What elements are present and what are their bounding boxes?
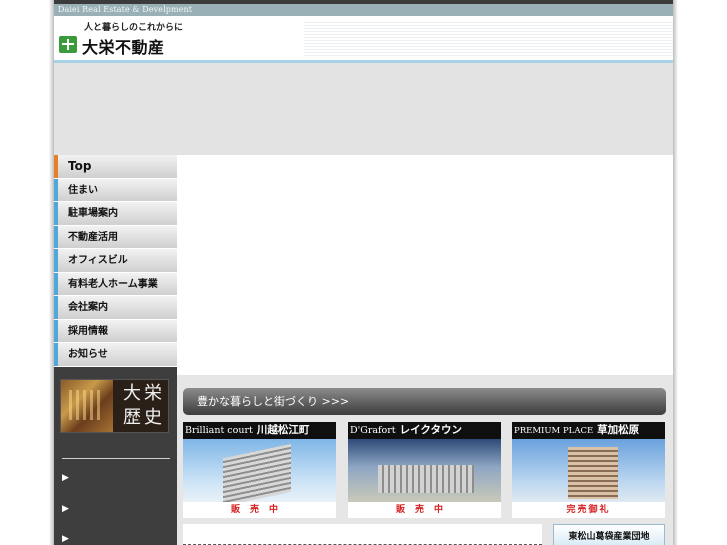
company-name: 大栄不動産 bbox=[82, 38, 165, 57]
nav-item-parking[interactable]: 駐車場案内 bbox=[54, 202, 177, 226]
catchcopy-text: 豊かな暮らしと街づくり >>> bbox=[197, 395, 350, 408]
history-banner[interactable]: 大栄歴史 bbox=[60, 379, 169, 433]
tagline: 人と暮らしのこれからに bbox=[84, 23, 184, 33]
nav-label: 採用情報 bbox=[68, 325, 108, 337]
property-name-jp: 草加松原 bbox=[597, 424, 640, 436]
property-name-jp: 川越松江町 bbox=[256, 424, 310, 436]
building-illustration bbox=[223, 443, 291, 507]
nav-label: 不動産活用 bbox=[68, 231, 118, 243]
nav-accent bbox=[54, 155, 58, 178]
property-image bbox=[348, 439, 501, 502]
property-name-en: PREMIUM PLACE bbox=[514, 426, 594, 436]
nav-accent bbox=[54, 225, 58, 248]
company-logo-icon bbox=[59, 36, 77, 53]
industrial-park-label: 東松山葛袋産業団地 bbox=[568, 532, 650, 542]
nav-label: Top bbox=[68, 159, 92, 173]
property-name-en: D'Grafort bbox=[350, 425, 396, 436]
building-illustration bbox=[568, 447, 618, 499]
nav-item-nursing-home[interactable]: 有料老人ホーム事業 bbox=[54, 272, 177, 296]
history-text: 大栄歴史 bbox=[123, 383, 165, 428]
site-header: 人と暮らしのこれからに 大栄不動産 bbox=[54, 16, 673, 60]
property-image bbox=[183, 439, 336, 507]
building-illustration bbox=[378, 465, 474, 493]
property-image bbox=[512, 439, 665, 502]
right-shadow bbox=[673, 0, 678, 545]
catchcopy-bar[interactable]: 豊かな暮らしと街づくり >>> bbox=[183, 388, 666, 415]
nav-label: 住まい bbox=[68, 184, 98, 196]
company-english-name: Daiei Real Estate & Develpment bbox=[58, 5, 193, 14]
sidebar-divider bbox=[62, 458, 170, 459]
hero-banner bbox=[54, 63, 673, 155]
nav-label: お知らせ bbox=[68, 349, 108, 360]
sidebar-link-arrow-icon[interactable]: ▶ bbox=[62, 504, 69, 514]
nav-item-real-estate-use[interactable]: 不動産活用 bbox=[54, 225, 177, 249]
nav-item-recruit[interactable]: 採用情報 bbox=[54, 319, 177, 343]
company-english-bar: Daiei Real Estate & Develpment bbox=[54, 4, 673, 16]
nav-accent bbox=[54, 319, 58, 342]
nav-item-office-building[interactable]: オフィスビル bbox=[54, 249, 177, 273]
header-stripes bbox=[304, 22, 673, 58]
property-name-en: Brilliant court bbox=[185, 425, 253, 436]
nav-accent bbox=[54, 296, 58, 319]
news-box bbox=[183, 524, 542, 545]
property-section: 豊かな暮らしと街づくり >>> Brilliant court 川越松江町 販売中… bbox=[177, 375, 673, 545]
nav-label: 駐車場案内 bbox=[68, 208, 118, 219]
sidebar-link-arrow-icon[interactable]: ▶ bbox=[62, 534, 69, 544]
property-status: 販売中 bbox=[348, 502, 501, 518]
nav-item-company[interactable]: 会社案内 bbox=[54, 296, 177, 320]
industrial-park-button[interactable]: 東松山葛袋産業団地 bbox=[553, 524, 665, 545]
property-status: 販売中 bbox=[183, 502, 336, 518]
property-name-jp: レイクタウン bbox=[399, 424, 462, 436]
nav-accent bbox=[54, 272, 58, 295]
property-card-soka[interactable]: PREMIUM PLACE 草加松原 完売御礼 bbox=[512, 422, 665, 518]
nav-label: 有料老人ホーム事業 bbox=[68, 278, 158, 290]
property-title: Brilliant court 川越松江町 bbox=[185, 423, 309, 438]
property-status: 完売御礼 bbox=[512, 502, 665, 518]
nav-item-housing[interactable]: 住まい bbox=[54, 178, 177, 202]
nav-item-top[interactable]: Top bbox=[54, 155, 177, 179]
nav-accent bbox=[54, 343, 58, 366]
nav-accent bbox=[54, 178, 58, 201]
history-photo bbox=[61, 380, 113, 432]
site-logo[interactable]: 人と暮らしのこれからに 大栄不動産 bbox=[54, 16, 254, 60]
sidebar: Top 住まい 駐車場案内 不動産活用 オフィスビル 有料老人ホーム事業 会社案… bbox=[54, 155, 177, 545]
main-nav: Top 住まい 駐車場案内 不動産活用 オフィスビル 有料老人ホーム事業 会社案… bbox=[54, 155, 177, 367]
sidebar-link-arrow-icon[interactable]: ▶ bbox=[62, 473, 69, 483]
nav-accent bbox=[54, 249, 58, 272]
nav-label: オフィスビル bbox=[68, 255, 128, 266]
property-card-kawagoe[interactable]: Brilliant court 川越松江町 販売中 bbox=[183, 422, 336, 518]
page-container: Daiei Real Estate & Develpment 人と暮らしのこれか… bbox=[54, 0, 673, 545]
main-content bbox=[177, 155, 673, 375]
nav-label: 会社案内 bbox=[68, 302, 108, 313]
property-title: PREMIUM PLACE 草加松原 bbox=[514, 423, 639, 439]
nav-item-news[interactable]: お知らせ bbox=[54, 343, 177, 367]
property-title: D'Grafort レイクタウン bbox=[350, 423, 462, 438]
property-card-laketown[interactable]: D'Grafort レイクタウン 販売中 bbox=[348, 422, 501, 518]
nav-accent bbox=[54, 202, 58, 225]
